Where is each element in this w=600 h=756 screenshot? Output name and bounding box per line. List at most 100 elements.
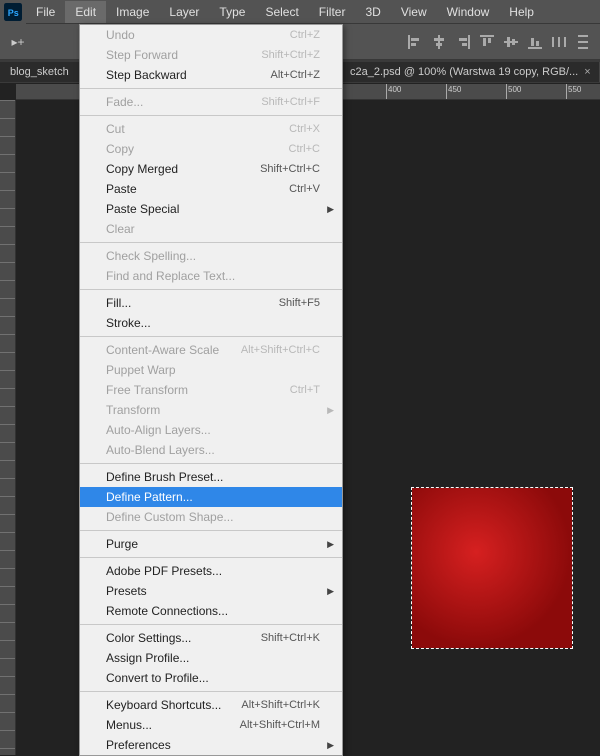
align-buttons [404,31,594,53]
menu-item-shortcut: Ctrl+V [289,183,320,195]
menu-item-shortcut: Ctrl+X [289,123,320,135]
distribute-v-icon[interactable] [572,31,594,53]
menu-item-label: Auto-Blend Layers... [106,443,215,457]
menu-item-define-brush-preset[interactable]: Define Brush Preset... [80,467,342,487]
menu-item-check-spelling: Check Spelling... [80,246,342,266]
menu-edit[interactable]: Edit [65,1,106,23]
menu-item-stroke[interactable]: Stroke... [80,313,342,333]
submenu-arrow-icon: ▶ [327,405,334,416]
menu-item-label: Assign Profile... [106,651,189,665]
menu-separator [80,557,342,558]
menu-item-color-settings[interactable]: Color Settings...Shift+Ctrl+K [80,628,342,648]
menu-item-label: Define Brush Preset... [106,470,223,484]
move-tool-icon[interactable]: ▸+ [6,30,30,54]
menu-separator [80,624,342,625]
menu-item-auto-blend-layers: Auto-Blend Layers... [80,440,342,460]
menu-item-label: Preferences [106,738,171,752]
menu-item-shortcut: Shift+Ctrl+C [260,163,320,175]
menu-layer[interactable]: Layer [159,1,209,23]
menu-item-define-pattern[interactable]: Define Pattern... [80,487,342,507]
distribute-h-icon[interactable] [548,31,570,53]
submenu-arrow-icon: ▶ [327,539,334,550]
menu-item-cut: CutCtrl+X [80,119,342,139]
texture-selection[interactable] [412,488,572,648]
menu-item-assign-profile[interactable]: Assign Profile... [80,648,342,668]
menu-item-preferences[interactable]: Preferences▶ [80,735,342,755]
menu-item-adobe-pdf-presets[interactable]: Adobe PDF Presets... [80,561,342,581]
submenu-arrow-icon: ▶ [327,204,334,215]
menu-item-define-custom-shape: Define Custom Shape... [80,507,342,527]
align-center-v-icon[interactable] [500,31,522,53]
menu-file[interactable]: File [26,1,65,23]
align-top-icon[interactable] [476,31,498,53]
menu-item-clear: Clear [80,219,342,239]
menu-3d[interactable]: 3D [355,1,390,23]
menu-item-shortcut: Ctrl+Z [290,29,320,41]
close-icon[interactable]: × [584,66,590,78]
align-bottom-icon[interactable] [524,31,546,53]
menu-item-label: Fade... [106,95,143,109]
document-tab[interactable]: blog_sketch [0,62,80,82]
menu-item-label: Puppet Warp [106,363,176,377]
menu-item-purge[interactable]: Purge▶ [80,534,342,554]
menu-item-shortcut: Ctrl+C [289,143,320,155]
menu-item-presets[interactable]: Presets ▶ [80,581,342,601]
menu-item-label: Undo [106,28,135,42]
menu-item-label: Adobe PDF Presets... [106,564,222,578]
menu-item-keyboard-shortcuts[interactable]: Keyboard Shortcuts... Alt+Shift+Ctrl+K [80,695,342,715]
menu-item-label: Presets [106,584,147,598]
menu-item-shortcut: Shift+F5 [279,297,320,309]
menu-image[interactable]: Image [106,1,159,23]
menu-help[interactable]: Help [499,1,544,23]
menu-item-shortcut: Shift+Ctrl+K [261,632,320,644]
menu-item-remote-connections[interactable]: Remote Connections... [80,601,342,621]
menu-item-step-backward[interactable]: Step BackwardAlt+Ctrl+Z [80,65,342,85]
menu-item-paste[interactable]: Paste Ctrl+V [80,179,342,199]
vertical-ruler [0,100,16,755]
menu-item-label: Keyboard Shortcuts... [106,698,221,712]
menu-separator [80,242,342,243]
ruler-tick-label: 400 [388,85,401,94]
menu-select[interactable]: Select [255,1,308,23]
menu-item-label: Fill... [106,296,131,310]
menu-item-step-forward: Step ForwardShift+Ctrl+Z [80,45,342,65]
ruler-tick-label: 550 [568,85,581,94]
menu-view[interactable]: View [391,1,437,23]
menu-separator [80,463,342,464]
menu-item-transform: Transform▶ [80,400,342,420]
menu-item-label: Check Spelling... [106,249,196,263]
menu-item-convert-to-profile[interactable]: Convert to Profile... [80,668,342,688]
align-center-h-icon[interactable] [428,31,450,53]
menu-item-shortcut: Shift+Ctrl+F [261,96,320,108]
menu-item-label: Stroke... [106,316,151,330]
align-right-icon[interactable] [452,31,474,53]
menu-item-label: Content-Aware Scale [106,343,219,357]
document-tab[interactable]: c2a_2.psd @ 100% (Warstwa 19 copy, RGB/.… [340,62,600,82]
app-logo: Ps [0,0,26,24]
menu-item-label: Copy Merged [106,162,178,176]
svg-text:Ps: Ps [8,7,19,17]
menu-item-paste-special[interactable]: Paste Special ▶ [80,199,342,219]
menu-item-label: Step Forward [106,48,178,62]
menu-item-shortcut: Alt+Shift+Ctrl+K [241,699,320,711]
menubar: Ps FileEditImageLayerTypeSelectFilter3DV… [0,0,600,24]
menu-item-label: Clear [106,222,135,236]
menu-item-menus[interactable]: Menus...Alt+Shift+Ctrl+M [80,715,342,735]
tab-label: c2a_2.psd @ 100% (Warstwa 19 copy, RGB/.… [350,66,578,78]
menu-separator [80,530,342,531]
menu-window[interactable]: Window [437,1,500,23]
menu-item-shortcut: Alt+Ctrl+Z [270,69,320,81]
menu-type[interactable]: Type [209,1,255,23]
ruler-tick-label: 500 [508,85,521,94]
menu-filter[interactable]: Filter [309,1,356,23]
menu-item-label: Paste Special [106,202,179,216]
menu-item-shortcut: Alt+Shift+Ctrl+C [241,344,320,356]
menu-item-label: Paste [106,182,137,196]
menu-item-fill[interactable]: Fill... Shift+F5 [80,293,342,313]
menu-item-copy-merged[interactable]: Copy Merged Shift+Ctrl+C [80,159,342,179]
submenu-arrow-icon: ▶ [327,586,334,597]
menu-item-label: Define Pattern... [106,490,193,504]
menu-separator [80,289,342,290]
ruler-tick-label: 450 [448,85,461,94]
align-left-icon[interactable] [404,31,426,53]
